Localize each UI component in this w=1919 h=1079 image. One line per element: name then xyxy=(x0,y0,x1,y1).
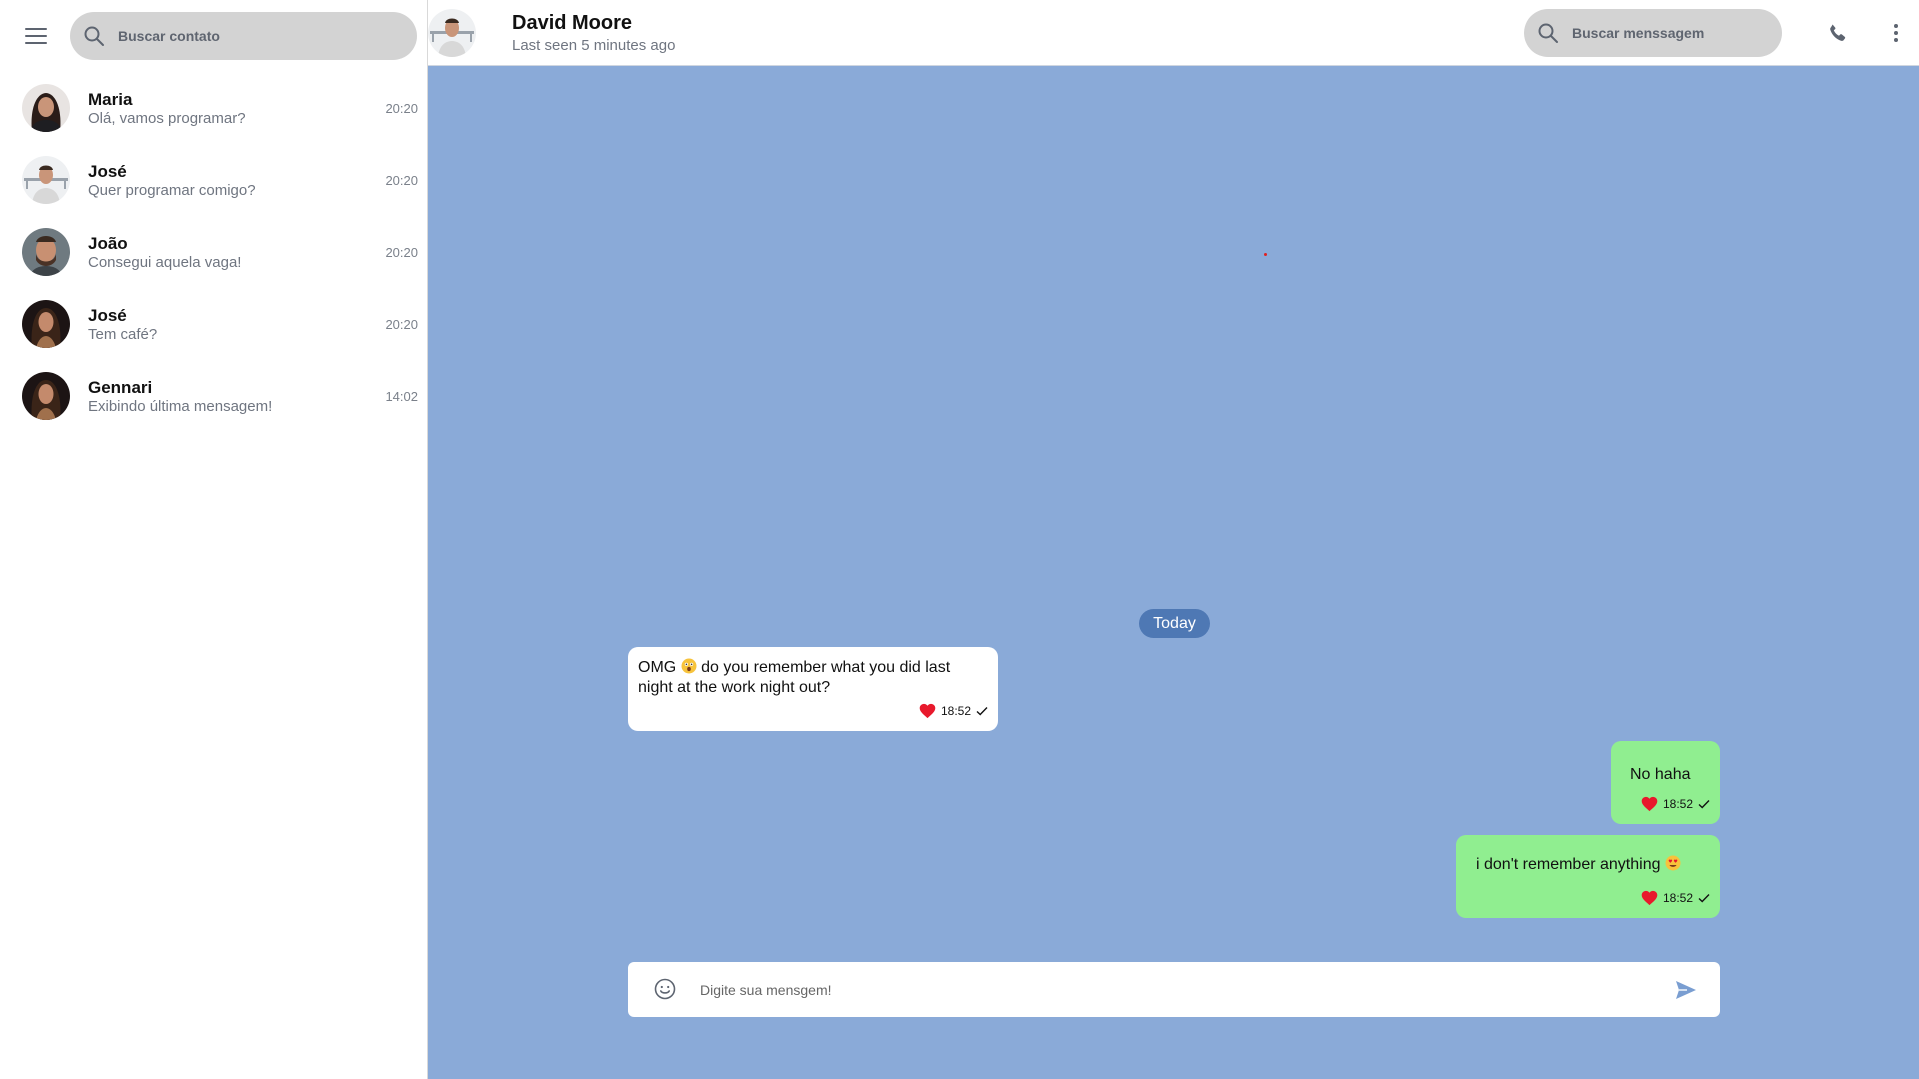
contact-last-message: Olá, vamos programar? xyxy=(88,110,246,127)
avatar xyxy=(22,372,70,420)
avatar xyxy=(22,228,70,276)
contact-item-jose-2[interactable]: José Tem café? 20:20 xyxy=(0,288,428,360)
message-meta: 18:52 xyxy=(1641,890,1710,906)
message-meta: 18:52 xyxy=(1641,796,1710,812)
contact-name: João xyxy=(88,234,128,253)
contact-time: 20:20 xyxy=(385,317,418,332)
message-outgoing[interactable]: i don't remember anything 18:52 xyxy=(1456,835,1720,918)
message-text-body: i don't remember anything xyxy=(1476,856,1661,873)
heart-reaction-icon[interactable] xyxy=(919,703,936,719)
chat-avatar[interactable] xyxy=(428,9,476,57)
contact-name: José xyxy=(88,306,127,325)
message-time: 18:52 xyxy=(1662,797,1693,811)
message-outgoing[interactable]: No haha 18:52 xyxy=(1611,741,1720,824)
contact-time: 20:20 xyxy=(385,245,418,260)
contact-name: Gennari xyxy=(88,378,153,397)
contact-last-message: Tem café? xyxy=(88,326,158,343)
contact-list: Maria Olá, vamos programar? 20:20 José Q… xyxy=(0,72,428,432)
chat-contact-status: Last seen 5 minutes ago xyxy=(512,37,676,54)
contact-item-jose[interactable]: José Quer programar comigo? 20:20 xyxy=(0,144,428,216)
message-search-placeholder[interactable]: Buscar menssagem xyxy=(1572,25,1704,41)
contact-item-gennari[interactable]: Gennari Exibindo última mensagem! 14:02 xyxy=(0,360,428,432)
chat-header: David Moore Last seen 5 minutes ago Busc… xyxy=(428,0,1919,66)
heart-reaction-icon[interactable] xyxy=(1641,890,1658,906)
check-icon xyxy=(1698,800,1710,809)
avatar xyxy=(22,300,70,348)
message-text: OMG do you remember what you did last ni… xyxy=(638,658,988,698)
search-icon xyxy=(84,26,104,46)
message-time: 18:52 xyxy=(940,704,971,718)
astonished-emoji-icon xyxy=(681,658,697,674)
hamburger-menu-icon[interactable] xyxy=(22,22,50,50)
contacts-sidebar: Buscar contato Maria Olá, vamos programa… xyxy=(0,0,428,1079)
chat-contact-name: David Moore xyxy=(512,12,633,34)
contact-search-box[interactable]: Buscar contato xyxy=(70,12,417,60)
heart-eyes-emoji-icon xyxy=(1665,855,1681,871)
contact-last-message: Quer programar comigo? xyxy=(88,182,256,199)
check-icon xyxy=(976,707,988,716)
contact-last-message: Exibindo última mensagem! xyxy=(88,398,273,415)
avatar xyxy=(22,156,70,204)
contact-name: José xyxy=(88,162,127,181)
message-text: i don't remember anything xyxy=(1476,855,1681,875)
smiley-icon[interactable] xyxy=(654,978,676,1000)
message-meta: 18:52 xyxy=(919,703,988,719)
message-search-box[interactable]: Buscar menssagem xyxy=(1524,9,1782,57)
contact-name: Maria xyxy=(88,90,133,109)
marker-dot xyxy=(1264,253,1267,256)
message-text: No haha xyxy=(1630,766,1691,783)
contact-item-maria[interactable]: Maria Olá, vamos programar? 20:20 xyxy=(0,72,428,144)
message-text-start: OMG xyxy=(638,659,677,676)
contact-time: 20:20 xyxy=(385,101,418,116)
message-composer xyxy=(628,962,1720,1017)
sidebar-toolbar: Buscar contato xyxy=(0,0,428,72)
contact-last-message: Consegui aquela vaga! xyxy=(88,254,242,271)
contact-search-placeholder[interactable]: Buscar contato xyxy=(118,28,220,44)
avatar xyxy=(22,84,70,132)
search-icon xyxy=(1538,23,1558,43)
date-separator: Today xyxy=(1139,609,1210,638)
contact-time: 14:02 xyxy=(385,389,418,404)
send-icon[interactable] xyxy=(1674,978,1698,1002)
message-incoming[interactable]: OMG do you remember what you did last ni… xyxy=(628,647,998,731)
check-icon xyxy=(1698,894,1710,903)
message-input[interactable] xyxy=(700,976,1640,1004)
message-time: 18:52 xyxy=(1662,891,1693,905)
contact-time: 20:20 xyxy=(385,173,418,188)
phone-icon[interactable] xyxy=(1826,21,1850,45)
heart-reaction-icon[interactable] xyxy=(1641,796,1658,812)
contact-item-joao[interactable]: João Consegui aquela vaga! 20:20 xyxy=(0,216,428,288)
more-vertical-icon[interactable] xyxy=(1884,21,1908,45)
